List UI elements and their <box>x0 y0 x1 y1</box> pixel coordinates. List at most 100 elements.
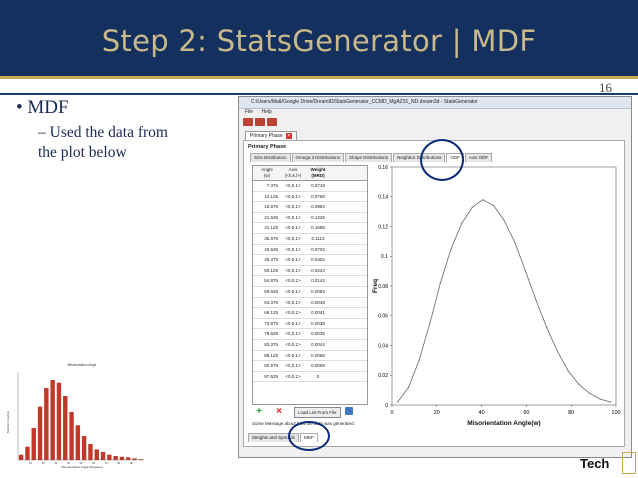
table-row[interactable]: 83.375 <0,0,1> 0.0044 <box>253 340 367 351</box>
table-row[interactable]: 40.625 <0,0,1> 0.0703 <box>253 245 367 256</box>
cell-axis[interactable]: <0,0,1> <box>281 287 305 297</box>
menu-file[interactable]: File <box>245 109 253 115</box>
cell-weight[interactable]: 0.0768 <box>305 192 331 202</box>
cell-weight[interactable]: 0.0718 <box>305 181 331 191</box>
cell-weight[interactable]: 0.1226 <box>305 213 331 223</box>
refresh-icon[interactable] <box>344 407 353 415</box>
mini-chart-ylabel: Number Fraction <box>6 411 10 434</box>
tab-shape-distributions[interactable]: Shape Distributions <box>345 153 393 162</box>
cell-axis[interactable]: <0,0,1> <box>281 202 305 212</box>
table-row[interactable]: 7.375 <0,0,1> 0.0718 <box>253 181 367 192</box>
y-tick-label: 0.04 <box>378 343 388 349</box>
table-row[interactable]: 92.875 <0,0,1> 0.0009 <box>253 361 367 372</box>
cell-angle[interactable]: 83.375 <box>253 340 281 350</box>
cell-weight[interactable]: 0.0044 <box>305 340 331 350</box>
cell-axis[interactable]: <0,0,1> <box>281 192 305 202</box>
mdf-curve-point <box>524 270 527 272</box>
bullet-text: MDF <box>27 97 69 118</box>
cell-axis[interactable]: <0,0,1> <box>281 372 305 382</box>
cell-angle[interactable]: 45.375 <box>253 255 281 265</box>
menu-help[interactable]: Help <box>261 109 271 115</box>
cell-weight[interactable]: 0 <box>305 372 331 382</box>
cell-axis[interactable]: <0,0,1> <box>281 361 305 371</box>
cell-angle[interactable]: 59.625 <box>253 287 281 297</box>
cell-weight[interactable]: 0.0035 <box>305 329 331 339</box>
cell-weight[interactable]: 0.0224 <box>305 266 331 276</box>
cell-angle[interactable]: 12.125 <box>253 192 281 202</box>
cell-axis[interactable]: <0,0,1> <box>281 223 305 233</box>
cell-angle[interactable]: 7.375 <box>253 181 281 191</box>
histogram-bar <box>113 456 118 460</box>
mini-x-tick-label: 80 <box>117 461 120 465</box>
cell-angle[interactable]: 50.125 <box>253 266 281 276</box>
table-row[interactable]: 73.875 <0,0,1> 0.0038 <box>253 319 367 330</box>
cell-weight[interactable]: 0.0041 <box>305 308 331 318</box>
close-icon[interactable]: × <box>285 132 292 139</box>
cell-weight[interactable]: 0.1113 <box>305 234 331 244</box>
cell-weight[interactable]: 0.0038 <box>305 319 331 329</box>
cell-axis[interactable]: <0,0,1> <box>281 298 305 308</box>
table-row[interactable]: 50.125 <0,0,1> 0.0224 <box>253 266 367 277</box>
cell-weight[interactable]: 0.0142 <box>305 276 331 286</box>
tab-size-distribution[interactable]: Size Distribution <box>250 153 291 162</box>
add-row-icon[interactable]: + <box>254 407 264 417</box>
cell-angle[interactable]: 35.875 <box>253 234 281 244</box>
cell-axis[interactable]: <0,0,1> <box>281 340 305 350</box>
table-row[interactable]: 35.875 <0,0,1> 0.1113 <box>253 234 367 245</box>
cell-weight[interactable]: 0.0048 <box>305 298 331 308</box>
cell-angle[interactable]: 78.625 <box>253 329 281 339</box>
cell-weight[interactable]: 0.1688 <box>305 223 331 233</box>
table-row[interactable]: 64.375 <0,0,1> 0.0048 <box>253 298 367 309</box>
cell-axis[interactable]: <0,0,1> <box>281 308 305 318</box>
cell-axis[interactable]: <0,0,1> <box>281 245 305 255</box>
table-row[interactable]: 54.875 <0,0,1> 0.0142 <box>253 276 367 287</box>
cell-axis[interactable]: <0,0,1> <box>281 255 305 265</box>
cell-angle[interactable]: 64.375 <box>253 298 281 308</box>
cell-axis[interactable]: <0,0,1> <box>281 276 305 286</box>
cell-axis[interactable]: <0,0,1> <box>281 213 305 223</box>
cell-weight[interactable]: 0.0984 <box>305 202 331 212</box>
mdf-curve-point <box>514 242 516 244</box>
cell-angle[interactable]: 88.125 <box>253 351 281 361</box>
histogram-bar <box>75 425 81 460</box>
new-phase-icon[interactable] <box>243 118 253 126</box>
cell-weight[interactable]: 0.0402 <box>305 255 331 265</box>
table-row[interactable]: 16.875 <0,0,1> 0.0984 <box>253 202 367 213</box>
cell-weight[interactable]: 0.0703 <box>305 245 331 255</box>
cell-angle[interactable]: 16.875 <box>253 202 281 212</box>
cell-weight[interactable]: 0.0083 <box>305 287 331 297</box>
tab-omega3-distributions[interactable]: Omega 3 Distributions <box>291 153 345 162</box>
table-row[interactable]: 21.625 <0,0,1> 0.1226 <box>253 213 367 224</box>
cell-angle[interactable]: 21.625 <box>253 213 281 223</box>
cell-angle[interactable]: 40.625 <box>253 245 281 255</box>
cell-axis[interactable]: <0,0,1> <box>281 234 305 244</box>
mdf-curve-point <box>482 199 484 201</box>
load-list-button[interactable]: Load List From File <box>294 407 341 418</box>
cell-weight[interactable]: 0.0009 <box>305 361 331 371</box>
cell-axis[interactable]: <0,0,1> <box>281 266 305 276</box>
cell-axis[interactable]: <0,0,1> <box>281 319 305 329</box>
cell-axis[interactable]: <0,0,1> <box>281 181 305 191</box>
table-row[interactable]: 45.375 <0,0,1> 0.0402 <box>253 255 367 266</box>
table-row[interactable]: 78.625 <0,0,1> 0.0035 <box>253 329 367 340</box>
cell-angle[interactable]: 73.875 <box>253 319 281 329</box>
table-row[interactable]: 12.125 <0,0,1> 0.0768 <box>253 192 367 203</box>
cell-axis[interactable]: <0,0,1> <box>281 351 305 361</box>
cell-angle[interactable]: 92.875 <box>253 361 281 371</box>
cell-angle[interactable]: 54.875 <box>253 276 281 286</box>
cell-angle[interactable]: 97.625 <box>253 372 281 382</box>
table-row[interactable]: 69.125 <0,0,1> 0.0041 <box>253 308 367 319</box>
mdf-plot: 0 0.02 0.04 0.06 0.08 0.1 0.12 0.14 0.16 0 20 40 60 8… <box>372 165 621 427</box>
table-row[interactable]: 97.625 <0,0,1> 0 <box>253 372 367 383</box>
open-phase-icon[interactable] <box>255 118 265 126</box>
table-row[interactable]: 59.625 <0,0,1> 0.0083 <box>253 287 367 298</box>
table-row[interactable]: 31.125 <0,0,1> 0.1688 <box>253 223 367 234</box>
cell-angle[interactable]: 31.125 <box>253 223 281 233</box>
delete-row-icon[interactable]: × <box>274 407 284 417</box>
tab-axis-odf[interactable]: Axis ODF <box>464 153 493 162</box>
save-phase-icon[interactable] <box>267 118 277 126</box>
cell-angle[interactable]: 69.125 <box>253 308 281 318</box>
cell-weight[interactable]: 0.0068 <box>305 351 331 361</box>
table-row[interactable]: 88.125 <0,0,1> 0.0068 <box>253 351 367 362</box>
cell-axis[interactable]: <0,0,1> <box>281 329 305 339</box>
